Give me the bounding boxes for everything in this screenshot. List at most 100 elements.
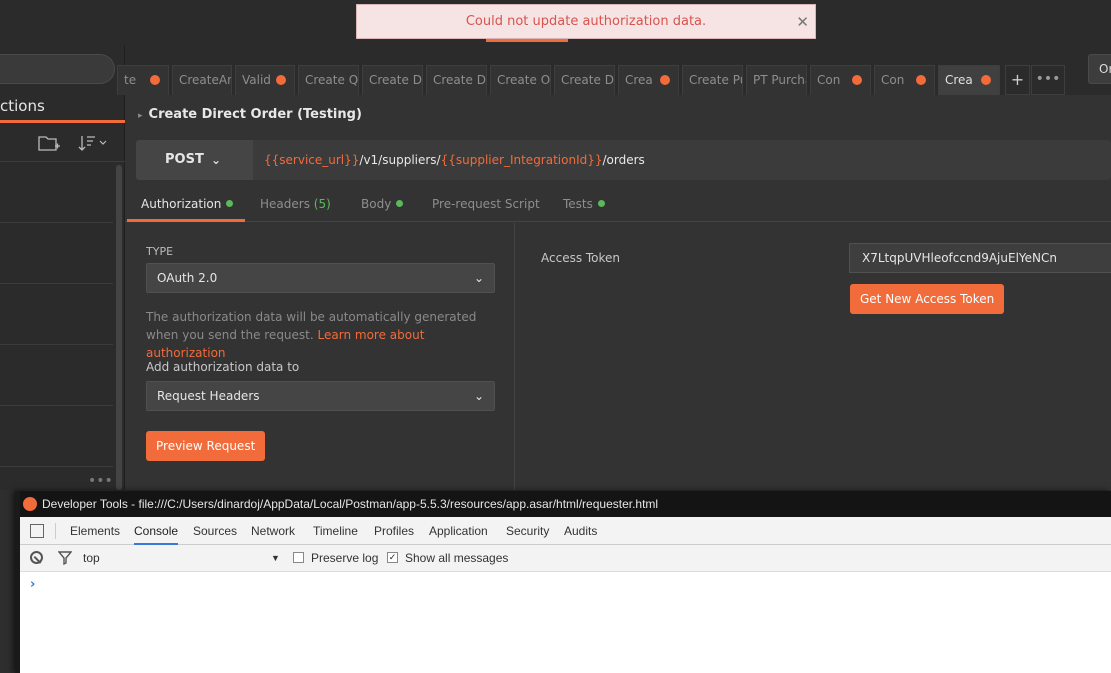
inspect-element-icon[interactable] <box>30 524 44 538</box>
unsaved-dot-icon <box>660 75 670 85</box>
devtools-tabs: Elements Console Sources Network Timelin… <box>20 517 1111 545</box>
sidebar-toolbar <box>0 127 125 162</box>
toast-close-icon[interactable]: ✕ <box>796 5 809 39</box>
request-tab[interactable]: te <box>117 65 169 95</box>
devtools-titlebar[interactable]: Developer Tools - file:///C:/Users/dinar… <box>20 491 1111 517</box>
sort-icon[interactable] <box>78 134 108 152</box>
expand-caret-icon[interactable]: ▸ <box>138 111 143 121</box>
request-tab[interactable]: Crea <box>618 65 679 95</box>
request-tab[interactable]: Create Dir <box>362 65 423 95</box>
dropdown-arrow-icon[interactable]: ▼ <box>271 545 280 572</box>
request-tab[interactable]: Create Qu <box>298 65 359 95</box>
auth-settings-panel: TYPE OAuth 2.0 ⌄ The authorization data … <box>125 223 515 490</box>
tabs-more-icon[interactable]: ••• <box>1031 65 1065 95</box>
tab-label: Create Pu <box>689 73 743 87</box>
show-all-messages-checkbox[interactable]: ✓ <box>387 552 398 563</box>
tab-authorization-label: Authorization <box>141 197 222 211</box>
sidebar-collection-item[interactable] <box>0 285 113 345</box>
devtools-tab-security[interactable]: Security <box>506 517 549 545</box>
devtools-tab-console[interactable]: Console <box>134 517 179 545</box>
filter-icon[interactable] <box>58 551 72 565</box>
method-select[interactable]: POST ⌄ <box>136 140 253 180</box>
toolbar-divider <box>55 523 56 539</box>
unsaved-dot-icon <box>150 75 160 85</box>
sidebar-search-input[interactable] <box>0 54 115 84</box>
tab-authorization[interactable]: Authorization <box>141 197 234 211</box>
request-tab[interactable]: Create Pu <box>682 65 743 95</box>
unsaved-dot-icon <box>916 75 926 85</box>
request-tab[interactable]: Create Dir <box>426 65 487 95</box>
devtools-tab-audits[interactable]: Audits <box>564 517 597 545</box>
devtools-tab-application[interactable]: Application <box>429 517 488 545</box>
request-tab-active[interactable]: Crea <box>938 65 1000 95</box>
auth-type-select[interactable]: OAuth 2.0 ⌄ <box>146 263 495 293</box>
sidebar-collection-item[interactable] <box>0 163 113 223</box>
chevron-down-icon: ⌄ <box>211 153 222 167</box>
environment-selector[interactable]: Or <box>1088 54 1111 84</box>
unsaved-dot-icon <box>852 75 862 85</box>
request-tab[interactable]: Valid <box>235 65 295 95</box>
tab-headers-label: Headers <box>260 197 310 211</box>
tab-label: Con <box>881 73 905 87</box>
auth-type-value: OAuth 2.0 <box>157 271 218 285</box>
sidebar-collection-item[interactable] <box>0 224 113 284</box>
request-subtabs: Authorization Headers (5) Body Pre-reque… <box>125 190 1111 222</box>
tab-headers[interactable]: Headers (5) <box>260 197 331 211</box>
preserve-log-checkbox[interactable] <box>293 552 304 563</box>
type-label: TYPE <box>146 245 174 258</box>
new-folder-icon[interactable] <box>38 134 60 152</box>
request-tab[interactable]: PT Purcha <box>746 65 807 95</box>
url-bar: POST ⌄ {{service_url}}/v1/suppliers/{{su… <box>136 140 1111 180</box>
tab-label: Create Dir <box>369 73 422 87</box>
sidebar-more-icon[interactable]: ••• <box>88 473 113 489</box>
tab-label: Create Qu <box>305 73 359 87</box>
url-variable: {{supplier_IntegrationId}} <box>440 153 603 167</box>
sidebar-collection-item[interactable] <box>0 407 113 467</box>
tab-label: CreateAnd <box>179 73 231 87</box>
request-title[interactable]: ▸ Create Direct Order (Testing) <box>138 107 362 122</box>
get-new-access-token-button[interactable]: Get New Access Token <box>850 284 1005 314</box>
sidebar-collections-title[interactable]: ctions <box>0 97 45 115</box>
url-input[interactable]: {{service_url}}/v1/suppliers/{{supplier_… <box>264 140 645 180</box>
devtools-tab-network[interactable]: Network <box>251 517 295 545</box>
clear-console-icon[interactable] <box>30 551 43 564</box>
tab-prerequest-script[interactable]: Pre-request Script <box>432 197 540 211</box>
status-dot-icon <box>396 200 404 207</box>
sidebar-collection-item[interactable] <box>0 346 113 406</box>
tab-body[interactable]: Body <box>361 197 404 211</box>
tab-label: Crea <box>945 73 973 87</box>
devtools-tab-timeline[interactable]: Timeline <box>313 517 358 545</box>
access-token-input[interactable]: X7LtqpUVHleofccnd9AjuElYeNCn <box>849 243 1111 273</box>
chevron-down-icon: ⌄ <box>473 389 484 403</box>
sidebar-active-indicator <box>0 120 125 123</box>
devtools-tab-sources[interactable]: Sources <box>193 517 237 545</box>
request-tab[interactable]: Create Dir <box>554 65 615 95</box>
toast-progress-bar <box>486 39 568 42</box>
tab-tests[interactable]: Tests <box>563 197 605 211</box>
devtools-title: Developer Tools - file:///C:/Users/dinar… <box>42 497 659 511</box>
add-auth-to-select[interactable]: Request Headers ⌄ <box>146 381 495 411</box>
access-token-label: Access Token <box>541 251 621 265</box>
context-selector[interactable]: top <box>83 545 100 572</box>
headers-count: (5) <box>313 197 331 211</box>
add-tab-button[interactable]: + <box>1005 65 1030 95</box>
tab-label: Create Dir <box>433 73 486 87</box>
url-path: /orders <box>602 153 645 167</box>
tab-label: Create Or <box>497 73 551 87</box>
console-prompt[interactable]: › <box>30 577 35 592</box>
url-variable: {{service_url}} <box>264 153 360 167</box>
request-tab[interactable]: Create Or <box>490 65 551 95</box>
request-tab[interactable]: Con <box>810 65 871 95</box>
preview-request-button[interactable]: Preview Request <box>146 431 266 461</box>
toast-message: Could not update authorization data. <box>465 14 707 29</box>
preserve-log-label: Preserve log <box>311 551 379 565</box>
url-path: /v1/suppliers/ <box>359 153 441 167</box>
devtools-tab-profiles[interactable]: Profiles <box>374 517 414 545</box>
sidebar-scrollbar[interactable] <box>116 165 122 490</box>
request-tabs-bar: te CreateAnd Valid Create Qu Create Dir … <box>117 45 1111 95</box>
active-subtab-indicator <box>127 219 245 222</box>
chevron-down-icon: ⌄ <box>473 271 484 285</box>
request-tab[interactable]: Con <box>874 65 935 95</box>
devtools-tab-elements[interactable]: Elements <box>70 517 120 545</box>
request-tab[interactable]: CreateAnd <box>172 65 232 95</box>
